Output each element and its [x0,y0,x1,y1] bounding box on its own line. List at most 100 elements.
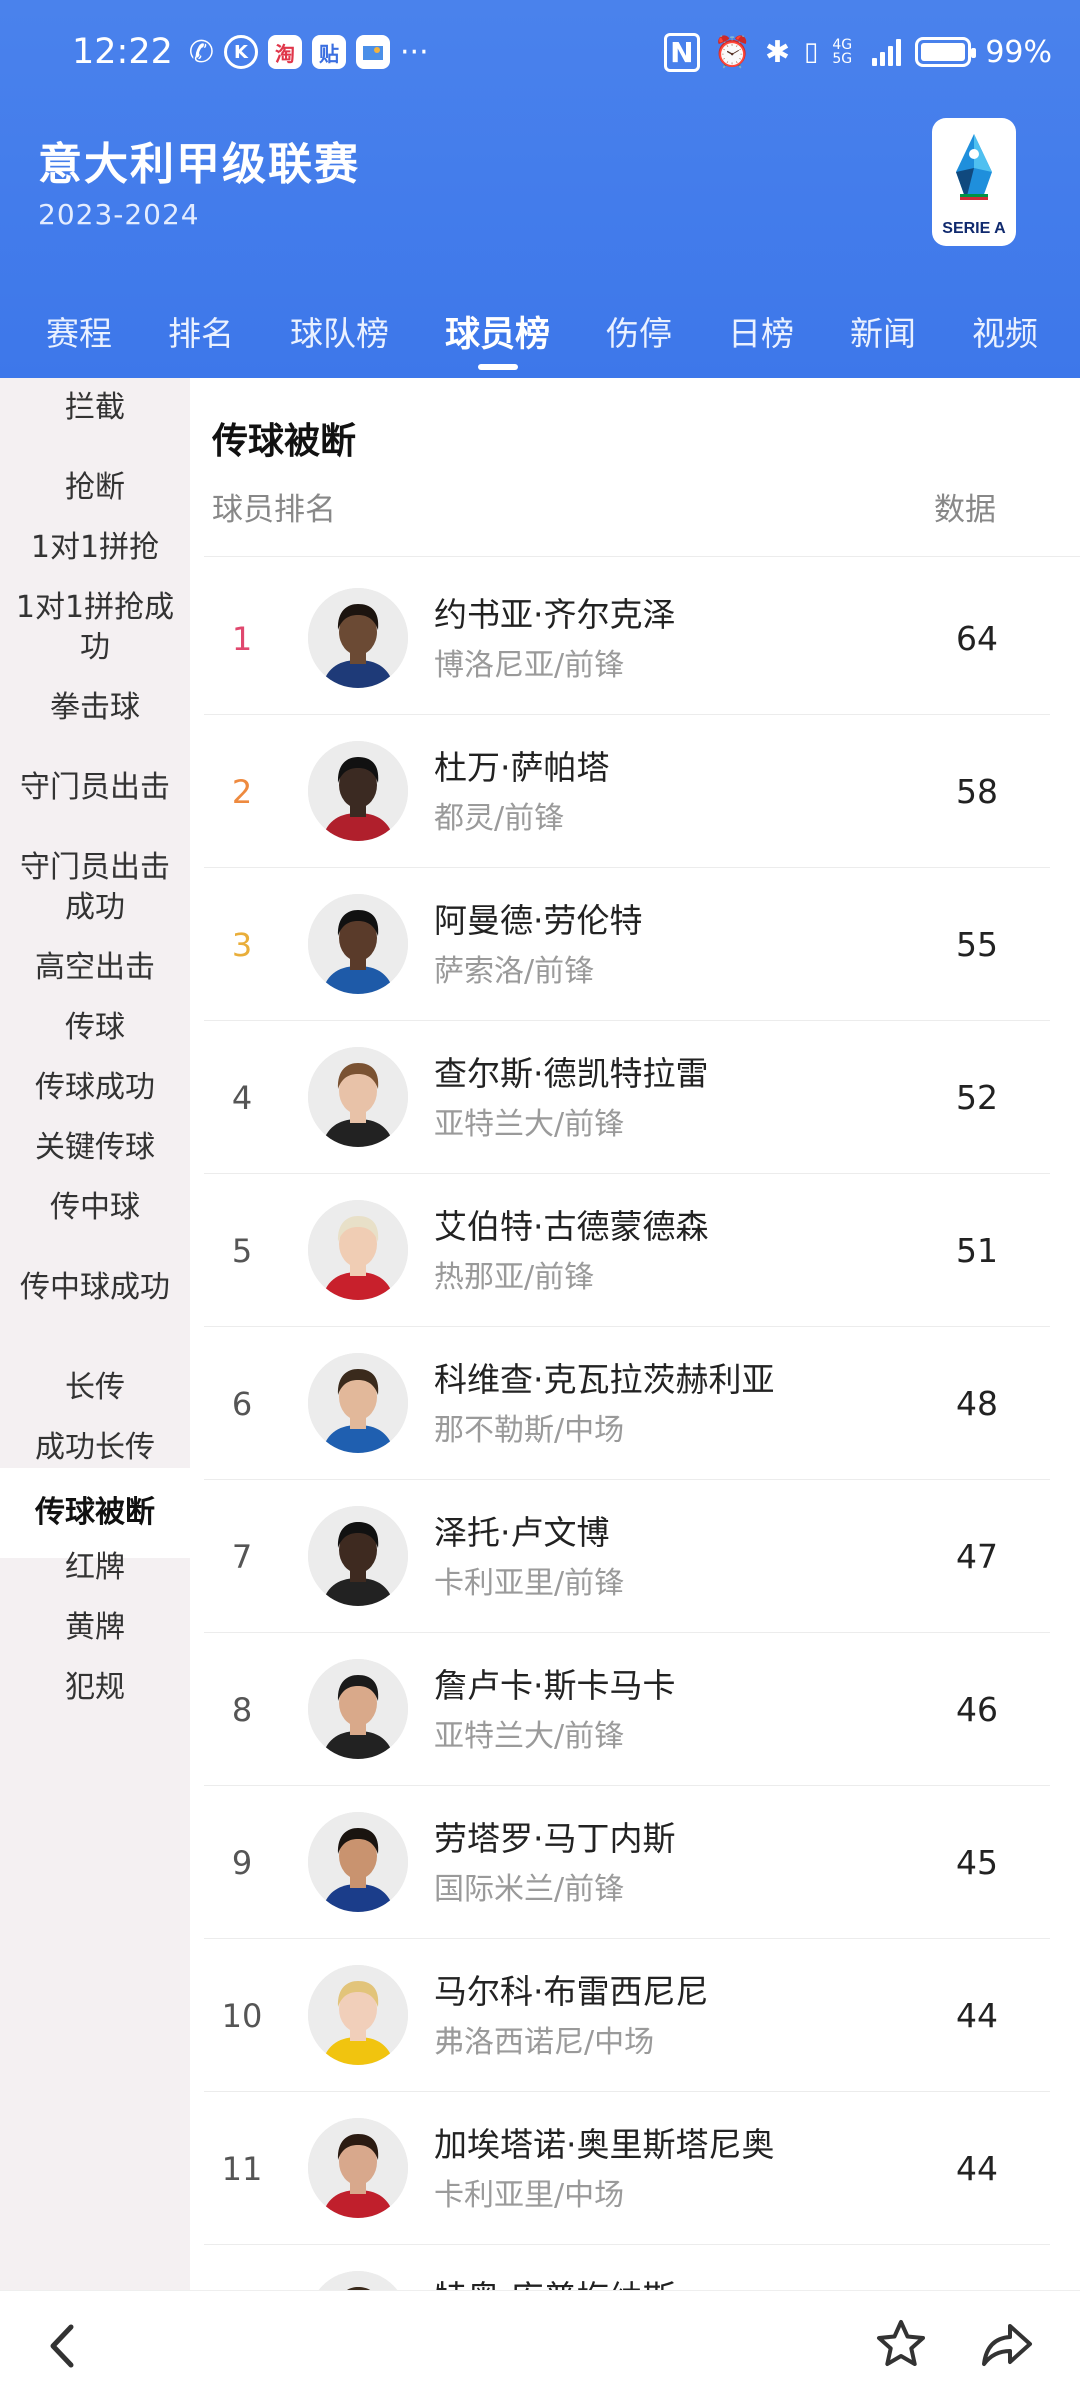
avatar [308,588,408,688]
player-team-position: 博洛尼亚/前锋 [434,648,625,683]
stat-value: 58 [956,772,998,811]
table-row[interactable]: 9 劳塔罗·马丁内斯 国际米兰/前锋 45 [204,1786,1050,1939]
sidebar-item-12[interactable]: 传中球成功 [0,1238,190,1338]
table-row[interactable]: 8 詹卢卡·斯卡马卡 亚特兰大/前锋 46 [204,1633,1050,1786]
share-icon [982,2324,1032,2366]
table-row[interactable]: 1 约书亚·齐尔克泽 博洛尼亚/前锋 64 [204,562,1050,715]
table-row[interactable]: 特奥·库普梅纳斯 [204,2245,1050,2290]
k-app-icon: K [224,35,259,69]
league-season: 2023-2024 [38,198,200,231]
sidebar-item-10[interactable]: 关键传球 [0,1118,190,1178]
player-name: 马尔科·布雷西尼尼 [434,1972,709,2011]
avatar [308,741,408,841]
rank-number: 7 [231,1537,253,1576]
battery-percent: 99% [985,34,1052,70]
tab-6[interactable]: 新闻 [850,284,916,378]
sidebar-item-0[interactable]: 拦截 [0,378,190,438]
tab-1[interactable]: 排名 [168,284,234,378]
table-row[interactable]: 11 加埃塔诺·奥里斯塔尼奥 卡利亚里/中场 44 [204,2092,1050,2245]
serie-a-emblem-icon [956,134,992,200]
tab-3[interactable]: 球员榜 [445,284,550,378]
bottom-bar [0,2290,1080,2400]
divider [204,556,1080,557]
rank-number: 5 [231,1231,253,1270]
sidebar-item-7[interactable]: 高空出击 [0,938,190,998]
table-row[interactable]: 3 阿曼德·劳伦特 萨索洛/前锋 55 [204,868,1050,1021]
stat-value: 44 [956,2149,998,2188]
rank-number: 2 [231,772,253,811]
vibrate-icon: ▯ [804,37,819,67]
avatar [308,1506,408,1606]
avatar [308,2271,408,2290]
player-team-position: 卡利亚里/中场 [434,2178,625,2213]
table-row[interactable]: 6 科维查·克瓦拉茨赫利亚 那不勒斯/中场 48 [204,1327,1050,1480]
favorite-button[interactable] [866,2309,936,2379]
stat-value: 51 [956,1231,998,1270]
player-name: 查尔斯·德凯特拉雷 [434,1054,709,1093]
player-team-position: 国际米兰/前锋 [434,1872,625,1907]
player-team-position: 亚特兰大/前锋 [434,1107,625,1142]
battery-icon [915,37,977,67]
avatar [308,1812,408,1912]
taobao-app-icon: 淘 [268,35,303,69]
rank-number [204,2245,280,2290]
sidebar-item-3[interactable]: 1对1拼抢成功 [0,578,190,678]
rank-number: 6 [231,1384,253,1423]
sidebar-item-8[interactable]: 传球 [0,998,190,1058]
tieba-app-icon: 贴 [312,35,347,69]
tab-bar: 赛程 排名 球队榜 球员榜 伤停 日榜 新闻 视频 [0,284,1080,378]
tab-2[interactable]: 球队榜 [290,284,389,378]
network-label: 4G 5G [832,37,853,67]
share-button[interactable] [972,2309,1042,2379]
status-right: N ⏰ ✱ ▯ 4G 5G 99% [664,32,1052,72]
stat-value: 48 [956,1384,998,1423]
table-row[interactable]: 10 马尔科·布雷西尼尼 弗洛西诺尼/中场 44 [204,1939,1050,2092]
table-row[interactable]: 2 杜万·萨帕塔都灵/前锋 58 [204,715,1050,868]
player-name: 艾伯特·古德蒙德森 [434,1207,709,1246]
rank-number: 11 [221,2149,263,2188]
player-name: 阿曼德·劳伦特 [434,901,643,940]
sidebar-item-4[interactable]: 拳击球 [0,678,190,738]
star-icon [877,2320,925,2366]
alarm-icon: ⏰ [713,34,751,70]
bluetooth-icon: ✱ [764,34,790,70]
player-name: 劳塔罗·马丁内斯 [434,1819,676,1858]
player-team-position: 萨索洛/前锋 [434,954,595,989]
rank-number: 1 [231,619,253,658]
sidebar-item-11[interactable]: 传中球 [0,1178,190,1238]
stat-value: 55 [956,925,998,964]
avatar [308,1659,408,1759]
league-title: 意大利甲级联赛 [38,139,360,190]
table-row[interactable]: 7 泽托·卢文博 卡利亚里/前锋 47 [204,1480,1050,1633]
back-arrow-icon [50,2324,74,2368]
avatar [308,1200,408,1300]
nfc-icon: N [664,32,700,72]
player-name: 科维查·克瓦拉茨赫利亚 [434,1360,775,1399]
stat-value: 44 [956,1996,998,2035]
avatar [308,1353,408,1453]
player-team-position: 都灵/前锋 [434,801,565,836]
sidebar-item-5[interactable]: 守门员出击 [0,738,190,838]
table-row[interactable]: 4 查尔斯·德凯特拉雷 亚特兰大/前锋 52 [204,1021,1050,1174]
tab-4[interactable]: 伤停 [606,284,672,378]
tab-7[interactable]: 视频 [972,284,1038,378]
sidebar-item-16[interactable]: 红牌 [0,1538,190,1598]
sidebar-item-18[interactable]: 犯规 [0,1658,190,1718]
status-bar: 12:22 ✆ K 淘 贴 ··· N ⏰ ✱ ▯ 4G 5G 99% [0,22,1080,82]
sidebar-item-17[interactable]: 黄牌 [0,1598,190,1658]
stat-category-sidebar: 拦截抢断 1对1拼抢 1对1拼抢成功 拳击球 守门员出击 守门员出击成功 高空出击 传球 传球成… [0,378,190,2290]
sidebar-item-2[interactable]: 1对1拼抢 [0,518,190,578]
stat-value: 46 [956,1690,998,1729]
player-name: 杜万·萨帕塔 [434,748,610,787]
sidebar-item-1[interactable]: 抢断 [0,458,190,518]
sidebar-item-9[interactable]: 传球成功 [0,1058,190,1118]
sidebar-item-13[interactable]: 长传 [0,1358,190,1418]
more-notifications-icon: ··· [400,34,429,70]
player-name: 泽托·卢文博 [434,1513,610,1552]
table-row[interactable]: 5 艾伯特·古德蒙德森 热那亚/前锋 51 [204,1174,1050,1327]
tab-5[interactable]: 日榜 [728,284,794,378]
back-button[interactable] [28,2311,98,2381]
sidebar-item-6[interactable]: 守门员出击成功 [0,838,190,938]
page: 12:22 ✆ K 淘 贴 ··· N ⏰ ✱ ▯ 4G 5G 99% 意大利甲… [0,0,1080,2400]
tab-0[interactable]: 赛程 [46,284,112,378]
